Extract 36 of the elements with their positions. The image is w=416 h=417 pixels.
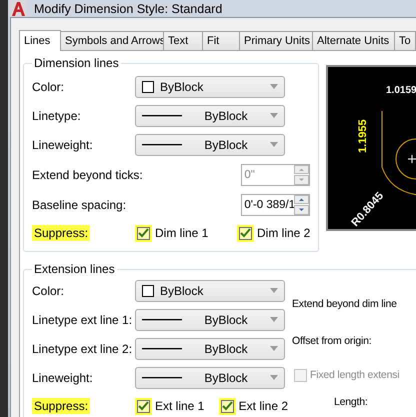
spin-field[interactable]: 0'-0 389/1 xyxy=(241,194,310,216)
color-dropdown[interactable]: ByBlock xyxy=(135,280,285,302)
field-label: Baseline spacing: xyxy=(32,198,126,212)
suppress-label: Suppress: xyxy=(32,225,90,241)
field-label: Linetype ext line 1: xyxy=(32,312,134,326)
field-label: Extend beyond ticks: xyxy=(32,168,143,182)
color-dropdown[interactable]: ByBlock xyxy=(135,76,285,98)
field-label: Extend beyond dim line xyxy=(292,298,397,310)
window-title: Modify Dimension Style: Standard xyxy=(34,2,222,16)
field-label: Lineweight: xyxy=(32,370,94,384)
tab[interactable]: Fit xyxy=(202,31,240,50)
group-title: Extension lines xyxy=(33,262,116,276)
suppress-label: Suppress: xyxy=(32,398,90,414)
suppress-checkbox[interactable]: Dim line 1 xyxy=(135,224,237,242)
field-label: Offset from origin: xyxy=(292,335,372,347)
tab[interactable]: Text xyxy=(163,31,203,50)
tab[interactable]: To xyxy=(394,31,416,50)
field-label: Color: xyxy=(32,80,66,94)
tab[interactable]: Alternate Units xyxy=(312,31,395,50)
tab[interactable]: Lines xyxy=(19,30,61,51)
field-label: Linetype ext line 2: xyxy=(32,342,134,356)
suppress-checkbox[interactable]: Ext line 2 xyxy=(218,398,288,414)
line-dropdown[interactable]: ByBlock xyxy=(135,134,285,156)
field-label: Length: xyxy=(334,396,368,408)
dimension-label: 1.1955 xyxy=(357,119,370,153)
field-label: Color: xyxy=(32,284,66,298)
tab[interactable]: Primary Units xyxy=(239,31,313,50)
line-dropdown[interactable]: ByBlock xyxy=(135,338,285,360)
suppress-checkbox[interactable]: Dim line 2 xyxy=(237,224,310,242)
group-title: Dimension lines xyxy=(33,56,120,70)
line-dropdown[interactable]: ByBlock xyxy=(135,366,285,388)
field-label: Linetype: xyxy=(32,108,82,122)
suppress-checkbox[interactable]: Ext line 1 xyxy=(135,398,219,414)
line-dropdown[interactable]: ByBlock xyxy=(135,308,285,330)
line-dropdown[interactable]: ByBlock xyxy=(135,104,285,126)
field-label: Lineweight: xyxy=(32,138,94,152)
